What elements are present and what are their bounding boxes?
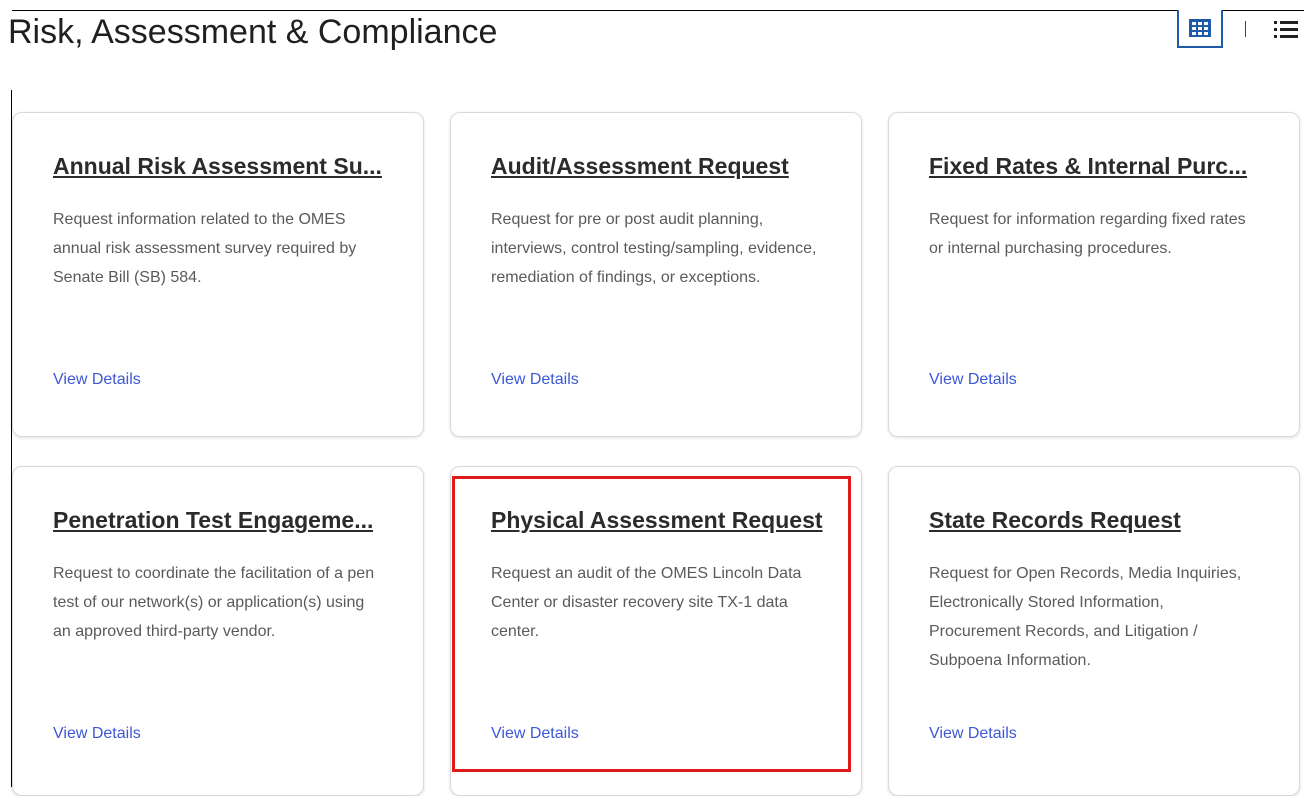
list-view-button[interactable] — [1268, 10, 1304, 48]
top-border — [12, 10, 1304, 11]
card-description: Request to coordinate the facilitation o… — [53, 565, 375, 640]
card-title[interactable]: Physical Assessment Request — [491, 507, 823, 534]
grid-view-button[interactable] — [1177, 10, 1223, 48]
card-title[interactable]: Annual Risk Assessment Su... — [53, 153, 382, 180]
view-details-link[interactable]: View Details — [491, 371, 579, 389]
card-description: Request for information regarding fixed … — [929, 211, 1246, 257]
view-details-link[interactable]: View Details — [491, 725, 579, 743]
card-penetration-test[interactable]: Penetration Test Engageme... Request to … — [12, 466, 424, 796]
card-physical-assessment-request[interactable]: Physical Assessment Request Request an a… — [450, 466, 862, 796]
view-details-link[interactable]: View Details — [53, 725, 141, 743]
card-description: Request information related to the OMES … — [53, 211, 357, 286]
card-fixed-rates[interactable]: Fixed Rates & Internal Purc... Request f… — [888, 112, 1300, 437]
view-details-link[interactable]: View Details — [929, 371, 1017, 389]
toggle-separator — [1245, 21, 1246, 37]
card-description: Request for pre or post audit planning, … — [491, 211, 817, 286]
card-title[interactable]: Audit/Assessment Request — [491, 153, 789, 180]
grid-view-icon — [1189, 19, 1211, 37]
page: Risk, Assessment & Compliance Annual Ris… — [0, 0, 1304, 796]
view-details-link[interactable]: View Details — [929, 725, 1017, 743]
card-state-records-request[interactable]: State Records Request Request for Open R… — [888, 466, 1300, 796]
view-details-link[interactable]: View Details — [53, 371, 141, 389]
card-annual-risk-assessment[interactable]: Annual Risk Assessment Su... Request inf… — [12, 112, 424, 437]
card-description: Request for Open Records, Media Inquirie… — [929, 565, 1242, 669]
card-title[interactable]: Fixed Rates & Internal Purc... — [929, 153, 1247, 180]
card-title[interactable]: Penetration Test Engageme... — [53, 507, 373, 534]
card-audit-assessment-request[interactable]: Audit/Assessment Request Request for pre… — [450, 112, 862, 437]
card-title[interactable]: State Records Request — [929, 507, 1181, 534]
view-toggle — [1177, 10, 1304, 48]
page-title: Risk, Assessment & Compliance — [8, 13, 498, 50]
card-description: Request an audit of the OMES Lincoln Dat… — [491, 565, 802, 640]
list-view-icon — [1274, 21, 1298, 38]
